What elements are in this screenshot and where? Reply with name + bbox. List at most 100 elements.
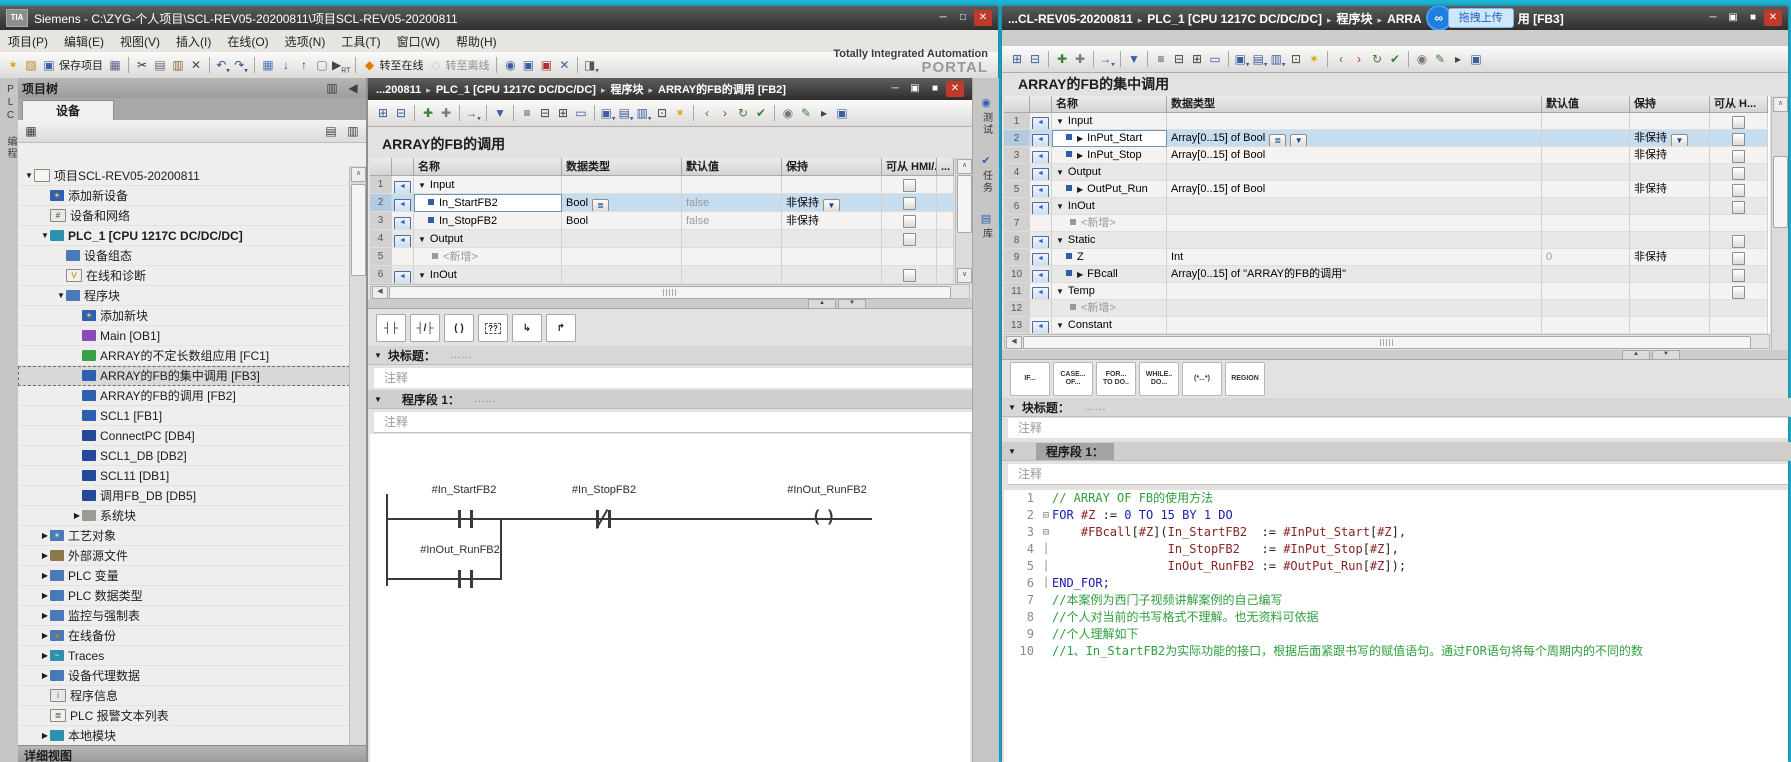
fold-toggle-icon[interactable]: ⊟ — [1040, 524, 1052, 541]
tree-item[interactable]: ▶监控与强制表 — [18, 606, 350, 626]
go-offline-icon[interactable]: ◇ — [427, 57, 443, 74]
default-value-cell[interactable] — [1542, 198, 1630, 215]
tree-expand-icon[interactable]: ▼ — [56, 291, 66, 300]
upload-from-device-icon[interactable]: ↑ — [296, 57, 312, 74]
section-collapse-icon[interactable]: ▼ — [418, 271, 426, 280]
splitter-up-icon[interactable]: ▲ — [808, 299, 836, 309]
snippet-while[interactable]: WHILE..DO... — [1139, 362, 1179, 396]
close-branch-tool[interactable]: ↱ — [546, 314, 576, 342]
interface-row[interactable]: 3◄▶InPut_StopArray[0..15] of Bool非保持 — [1004, 147, 1770, 164]
consistency-check-icon[interactable]: ✔ — [753, 105, 769, 122]
goto-operand-icon[interactable]: →▾ — [465, 105, 481, 122]
tree-item[interactable]: ✶添加新块 — [18, 306, 350, 326]
default-value-cell[interactable] — [1542, 232, 1630, 249]
fb3-hscrollbar[interactable]: ◀ — [1004, 334, 1770, 349]
scroll-up-icon[interactable]: ∧ — [957, 159, 972, 174]
nc-contact[interactable] — [608, 510, 611, 528]
retain-cell[interactable]: 非保持 — [1630, 249, 1710, 266]
interface-row[interactable]: 5◄▶OutPut_RunArray[0..15] of Bool非保持 — [1004, 181, 1770, 198]
retain-cell[interactable] — [1630, 283, 1710, 300]
fb3-network-comment[interactable]: 注释 — [1008, 464, 1788, 485]
retain-cell[interactable]: 非保持 — [782, 212, 882, 230]
default-value-cell[interactable] — [682, 266, 782, 284]
menu-item[interactable]: 在线(O) — [227, 33, 268, 50]
monitor-glasses-icon[interactable]: ✎ — [1432, 51, 1448, 68]
expand-icon[interactable]: ▶ — [1077, 151, 1083, 160]
collapse-networks-icon[interactable]: ⊟ — [537, 105, 553, 122]
retain-dropdown-button[interactable]: ▼ — [1671, 134, 1688, 147]
interface-row[interactable]: 4◄▼Output — [370, 230, 954, 248]
close-button[interactable]: ✕ — [1764, 10, 1782, 26]
interface-row[interactable]: 11◄▼Temp — [1004, 283, 1770, 300]
scroll-left-icon[interactable]: ◀ — [372, 286, 388, 299]
task-card-libraries[interactable]: ▤库 — [973, 212, 999, 240]
absolute-operands-icon[interactable]: ▣▾ — [1234, 51, 1250, 68]
retain-cell[interactable] — [1630, 300, 1710, 317]
tab-devices[interactable]: 设备 — [22, 100, 114, 121]
network-comments-icon[interactable]: ▭ — [573, 105, 589, 122]
retain-cell[interactable]: 非保持▼ — [782, 194, 882, 212]
default-value-cell[interactable] — [682, 230, 782, 248]
interface-row[interactable]: 3◄In_StopFB2Boolfalse非保持 — [370, 212, 954, 230]
auto-collapse-icon[interactable]: ▥ — [324, 80, 340, 97]
tree-expand-icon[interactable]: ▶ — [40, 591, 50, 600]
consistency-check-icon[interactable]: ✔ — [1387, 51, 1403, 68]
delete-row-icon[interactable]: ⊟ — [1027, 51, 1043, 68]
hmi-visible-checkbox[interactable] — [1732, 167, 1745, 180]
name-cell[interactable]: ▼Output — [414, 230, 562, 248]
hmi-visible-checkbox[interactable] — [1732, 201, 1745, 214]
close-button[interactable]: ✕ — [974, 10, 992, 26]
tree-item[interactable]: ▶系统块 — [18, 506, 350, 526]
name-cell[interactable]: In_StartFB2 — [414, 194, 562, 212]
default-value-cell[interactable] — [682, 176, 782, 194]
tree-item[interactable]: ▶本地模块 — [18, 726, 350, 746]
default-value-cell[interactable] — [1542, 164, 1630, 181]
interface-row[interactable]: 9◄ZInt0非保持 — [1004, 249, 1770, 266]
splitter-up-icon[interactable]: ▲ — [1622, 350, 1650, 360]
nc-contact-tool[interactable]: ┤/├ — [410, 314, 440, 342]
tree-expand-icon[interactable]: ▼ — [24, 171, 34, 180]
snippet-case[interactable]: CASE...OF... — [1053, 362, 1093, 396]
breadcrumb-item[interactable]: PLC_1 [CPU 1217C DC/DC/DC] — [436, 84, 596, 96]
collapse-icon[interactable]: ▼ — [1008, 403, 1016, 412]
delete-icon[interactable]: ✕ — [188, 57, 204, 74]
menu-item[interactable]: 窗口(W) — [397, 33, 440, 50]
retain-cell[interactable] — [1630, 215, 1710, 232]
datatype-cell[interactable] — [1167, 232, 1542, 249]
datatype-cell[interactable]: Array[0..15] of Bool — [1167, 181, 1542, 198]
default-value-cell[interactable]: false — [682, 212, 782, 230]
restore-button[interactable]: ▣ — [906, 81, 924, 97]
keep-actual-values-icon[interactable]: ▼ — [1126, 51, 1142, 68]
column-header[interactable]: 默认值 — [682, 158, 782, 176]
download-to-device-icon[interactable]: ↓ — [278, 57, 294, 74]
fb2-network-1-bar[interactable]: ▼ 程序段 1： …… — [368, 390, 978, 409]
tree-item[interactable]: ARRAY的不定长数组应用 [FC1] — [18, 346, 350, 366]
delete-row-icon[interactable]: ⊟ — [393, 105, 409, 122]
no-contact[interactable] — [470, 510, 473, 528]
collapse-icon[interactable]: ▼ — [1008, 447, 1016, 456]
split-editor-icon[interactable]: ◨▾ — [583, 57, 599, 74]
task-card-testing[interactable]: ◉测试 — [973, 96, 999, 136]
name-cell[interactable]: <新增> — [1052, 215, 1167, 232]
task-card-tasks[interactable]: ✔任务 — [973, 154, 999, 194]
coil-icon[interactable]: ) — [828, 508, 833, 526]
section-collapse-icon[interactable]: ▼ — [1056, 321, 1064, 330]
tree-item[interactable]: ▶PLC 变量 — [18, 566, 350, 586]
add-new-placeholder[interactable]: <新增> — [443, 251, 478, 263]
datatype-cell[interactable] — [562, 230, 682, 248]
goto-next-error-icon[interactable]: › — [1351, 51, 1367, 68]
more-commands-icon[interactable]: ▸ — [1450, 51, 1466, 68]
name-cell[interactable]: ▼Temp — [1052, 283, 1167, 300]
monitor-glasses-icon[interactable]: ✎ — [798, 105, 814, 122]
snippet-comment[interactable]: (*...*) — [1182, 362, 1222, 396]
expand-icon[interactable]: ▶ — [1077, 270, 1083, 279]
datatype-cell[interactable] — [1167, 283, 1542, 300]
fold-toggle-icon[interactable]: ⊟ — [1040, 507, 1052, 524]
tree-item[interactable]: ≣PLC 报警文本列表 — [18, 706, 350, 726]
column-header[interactable]: 默认值 — [1542, 96, 1630, 113]
section-collapse-icon[interactable]: ▼ — [1056, 117, 1064, 126]
datatype-cell[interactable]: Bool≣ — [562, 194, 682, 212]
favorites-icon[interactable]: ✶ — [672, 105, 688, 122]
default-value-cell[interactable] — [1542, 113, 1630, 130]
section-collapse-icon[interactable]: ▼ — [1056, 202, 1064, 211]
